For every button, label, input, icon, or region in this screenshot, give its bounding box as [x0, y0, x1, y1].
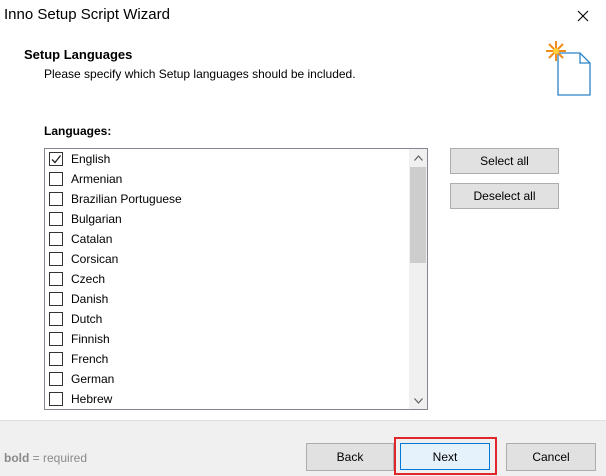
language-list: English Armenian Brazilian Portuguese Bulga… [45, 149, 407, 409]
language-item[interactable]: Czech [45, 269, 407, 289]
back-button[interactable]: Back [306, 443, 394, 471]
wizard-header: Setup Languages Please specify which Set… [0, 31, 606, 105]
scroll-up-button[interactable] [409, 149, 427, 166]
language-checkbox[interactable] [49, 352, 63, 366]
language-item[interactable]: Bulgarian [45, 209, 407, 229]
language-checkbox[interactable] [49, 152, 63, 166]
select-all-button[interactable]: Select all [450, 148, 559, 174]
language-label: Catalan [71, 232, 113, 246]
language-item[interactable]: Finnish [45, 329, 407, 349]
languages-listbox[interactable]: English Armenian Brazilian Portuguese Bulga… [44, 148, 428, 410]
language-label: Finnish [71, 332, 110, 346]
language-checkbox[interactable] [49, 232, 63, 246]
chevron-down-icon [413, 397, 423, 404]
language-item[interactable]: Hebrew [45, 389, 407, 409]
language-item[interactable]: French [45, 349, 407, 369]
language-label: Bulgarian [71, 212, 122, 226]
close-button[interactable] [560, 0, 606, 31]
next-button[interactable]: Next [400, 443, 490, 470]
language-item[interactable]: German [45, 369, 407, 389]
deselect-all-button[interactable]: Deselect all [450, 183, 559, 209]
language-item[interactable]: English [45, 149, 407, 169]
language-item[interactable]: Dutch [45, 309, 407, 329]
window-title: Inno Setup Script Wizard [4, 6, 170, 23]
language-checkbox[interactable] [49, 332, 63, 346]
language-checkbox[interactable] [49, 392, 63, 406]
language-label: German [71, 372, 115, 386]
language-checkbox[interactable] [49, 292, 63, 306]
language-checkbox[interactable] [49, 372, 63, 386]
required-hint-text: = required [29, 451, 88, 465]
scroll-thumb[interactable] [410, 167, 426, 263]
required-hint-bold: bold [4, 451, 30, 465]
language-label: Hebrew [71, 392, 113, 406]
language-label: English [71, 152, 111, 166]
page-subtitle: Please specify which Setup languages sho… [44, 67, 356, 81]
language-item[interactable]: Corsican [45, 249, 407, 269]
title-bar: Inno Setup Script Wizard [0, 0, 606, 31]
language-checkbox[interactable] [49, 212, 63, 226]
language-checkbox[interactable] [49, 192, 63, 206]
main-content: Languages: English Armenian Brazilian Port… [0, 106, 606, 420]
close-icon [577, 10, 589, 21]
cancel-button[interactable]: Cancel [506, 443, 596, 471]
language-label: Corsican [71, 252, 119, 266]
language-label: Brazilian Portuguese [71, 192, 182, 206]
scroll-down-button[interactable] [409, 392, 427, 409]
language-label: French [71, 352, 109, 366]
language-label: Dutch [71, 312, 103, 326]
language-item[interactable]: Catalan [45, 229, 407, 249]
language-label: Danish [71, 292, 109, 306]
language-checkbox[interactable] [49, 312, 63, 326]
language-item[interactable]: Danish [45, 289, 407, 309]
checkmark-icon [51, 155, 62, 164]
language-checkbox[interactable] [49, 272, 63, 286]
language-checkbox[interactable] [49, 172, 63, 186]
required-hint: bold = required [4, 451, 87, 465]
vertical-scrollbar[interactable] [409, 149, 427, 409]
chevron-up-icon [413, 154, 423, 161]
language-label: Armenian [71, 172, 123, 186]
language-checkbox[interactable] [49, 252, 63, 266]
language-label: Czech [71, 272, 106, 286]
wizard-document-icon [546, 41, 591, 96]
wizard-footer: bold = required Back Next Cancel [0, 420, 606, 476]
language-item[interactable]: Brazilian Portuguese [45, 189, 407, 209]
page-title: Setup Languages [24, 47, 133, 62]
language-item[interactable]: Armenian [45, 169, 407, 189]
languages-label: Languages: [44, 124, 112, 138]
